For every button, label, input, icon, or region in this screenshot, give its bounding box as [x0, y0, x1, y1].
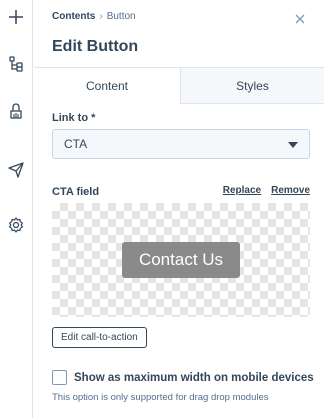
tab-styles[interactable]: Styles: [181, 67, 324, 104]
cta-actions: Replace Remove: [223, 185, 310, 196]
left-toolbar: [0, 0, 33, 418]
paint-bucket-icon[interactable]: [4, 100, 28, 124]
plus-icon[interactable]: [4, 5, 28, 29]
cta-preview: Contact Us: [52, 203, 310, 317]
remove-link[interactable]: Remove: [271, 185, 310, 196]
link-to-select[interactable]: CTA: [52, 129, 310, 159]
close-icon[interactable]: [293, 12, 307, 26]
mobile-width-checkbox-label[interactable]: Show as maximum width on mobile devices: [74, 372, 314, 384]
link-to-label: Link to *: [52, 112, 96, 124]
breadcrumb-current: Button: [106, 11, 136, 22]
edit-panel: Contents › Button Edit Button Content St…: [34, 0, 324, 418]
mobile-width-option[interactable]: Show as maximum width on mobile devices: [52, 370, 314, 385]
breadcrumb-separator: ›: [99, 11, 103, 22]
gear-icon[interactable]: [4, 213, 28, 237]
tree-structure-icon[interactable]: [4, 52, 28, 76]
breadcrumb: Contents › Button: [52, 11, 136, 22]
cta-field-label: CTA field: [52, 186, 100, 198]
page-title: Edit Button: [52, 38, 139, 55]
tab-bar: Content Styles: [34, 67, 324, 104]
cta-preview-button: Contact Us: [122, 242, 240, 278]
tab-content[interactable]: Content: [34, 67, 181, 104]
breadcrumb-parent-link[interactable]: Contents: [52, 11, 95, 22]
send-icon[interactable]: [4, 157, 28, 181]
edit-call-to-action-button[interactable]: Edit call-to-action: [52, 327, 147, 348]
mobile-width-help-text: This option is only supported for drag d…: [52, 392, 269, 403]
replace-link[interactable]: Replace: [223, 185, 261, 196]
caret-down-icon: [288, 142, 298, 148]
link-to-selected-value: CTA: [64, 137, 88, 151]
mobile-width-checkbox[interactable]: [52, 370, 67, 385]
